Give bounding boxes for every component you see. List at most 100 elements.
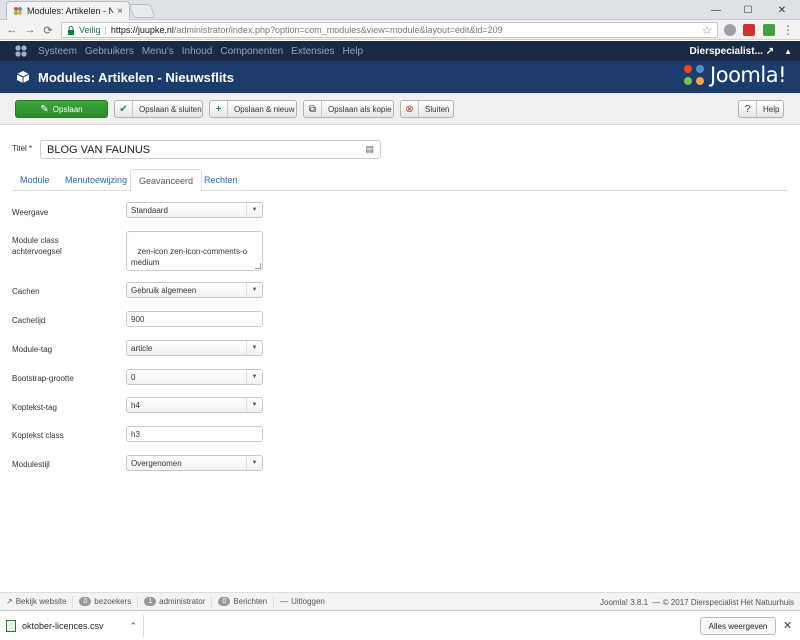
- koptekst-tag-value: h4: [131, 400, 140, 410]
- messages-indicator[interactable]: 0 Berichten: [212, 595, 275, 608]
- browser-tab[interactable]: Modules: Artikelen - Nie ×: [6, 1, 130, 20]
- help-button[interactable]: ? Help: [738, 100, 784, 118]
- menu-systeem[interactable]: Systeem: [38, 46, 77, 57]
- browser-tab-title: Modules: Artikelen - Nie: [27, 6, 114, 16]
- external-link-icon: ↗: [765, 45, 775, 57]
- title-input[interactable]: BLOG VAN FAUNUS ▤: [40, 140, 381, 159]
- save-new-button[interactable]: + Opslaan & nieuw: [209, 100, 297, 118]
- download-filename: oktober-licences.csv: [22, 621, 104, 631]
- menu-help[interactable]: Help: [343, 46, 364, 57]
- joomla-logo-icon[interactable]: [14, 44, 28, 58]
- tab-close-icon[interactable]: ×: [117, 6, 123, 17]
- admin-indicator[interactable]: 1 administrator: [138, 595, 213, 608]
- user-menu-icon[interactable]: ▲: [784, 47, 792, 56]
- save-new-label: Opslaan & nieuw: [234, 104, 295, 114]
- logout-label: Uitloggen: [291, 597, 325, 606]
- chevron-down-icon: ▼: [246, 398, 262, 412]
- tab-geavanceerd[interactable]: Geavanceerd: [130, 169, 203, 192]
- view-site-label: Bekijk website: [15, 597, 67, 606]
- koptekst-class-value: h3: [131, 429, 140, 439]
- action-toolbar: ✎ Opslaan ✔ Opslaan & sluiten + Opslaan …: [0, 93, 800, 125]
- module-tag-select[interactable]: article ▼: [126, 340, 263, 356]
- cachen-label: Cachen: [12, 287, 40, 296]
- koptekst-tag-select[interactable]: h4 ▼: [126, 397, 263, 413]
- show-all-downloads-button[interactable]: Alles weergeven: [700, 617, 776, 635]
- help-label: Help: [763, 104, 780, 114]
- chevron-down-icon: ▼: [246, 203, 262, 217]
- browser-menu-icon[interactable]: ⋮: [780, 22, 796, 38]
- page-header: Modules: Artikelen - Nieuwsflits Joomla!: [0, 61, 800, 93]
- cachetijd-label: Cachetijd: [12, 316, 46, 325]
- window-close-icon[interactable]: ✕: [770, 0, 794, 20]
- page-title: Modules: Artikelen - Nieuwsflits: [38, 69, 234, 85]
- admin-menu-right: Dierspecialist... ↗ ▲: [690, 41, 792, 61]
- copy-icon: ⧉: [304, 101, 322, 117]
- cachen-select[interactable]: Gebruik algemeen ▼: [126, 282, 263, 298]
- bookmark-star-icon[interactable]: ☆: [702, 24, 712, 37]
- cachen-value: Gebruik algemeen: [131, 285, 197, 295]
- cachetijd-value: 900: [131, 314, 145, 324]
- menu-inhoud[interactable]: Inhoud: [182, 46, 213, 57]
- browser-tabstrip: Modules: Artikelen - Nie × — ☐ ✕: [0, 0, 800, 20]
- title-label: Titel *: [12, 144, 33, 153]
- chevron-up-icon[interactable]: ⌃: [129, 621, 137, 632]
- visitors-label: bezoekers: [94, 597, 132, 606]
- version-info: Joomla! 3.8.1 — © 2017 Dierspecialist He…: [600, 593, 794, 611]
- menu-menus[interactable]: Menu's: [142, 46, 174, 57]
- module-class-textarea[interactable]: zen-icon zen-icon-comments-o medium: [126, 231, 263, 271]
- save-copy-button[interactable]: ⧉ Opslaan als kopie: [303, 100, 394, 118]
- address-bar[interactable]: Veilig | https://juupke.nl/administrator…: [61, 22, 718, 38]
- save-close-label: Opslaan & sluiten: [139, 104, 202, 114]
- joomla-favicon-icon: [14, 7, 22, 15]
- tab-menutoewijzing[interactable]: Menutoewijzing: [57, 169, 135, 191]
- joomla-brand-icon: [684, 65, 705, 85]
- close-circle-icon: ⊗: [401, 101, 419, 117]
- view-site-link[interactable]: ↗ Bekijk website: [0, 595, 74, 608]
- menu-componenten[interactable]: Componenten: [220, 46, 283, 57]
- edit-icon: ✎: [40, 103, 49, 115]
- chevron-down-icon: ▼: [246, 283, 262, 297]
- resize-grip-icon[interactable]: [255, 263, 261, 269]
- visitors-indicator[interactable]: 0 bezoekers: [73, 595, 139, 608]
- koptekst-class-input[interactable]: h3: [126, 426, 263, 442]
- menu-extensies[interactable]: Extensies: [291, 46, 334, 57]
- extension-badge-icon[interactable]: [743, 24, 755, 36]
- forward-icon[interactable]: →: [22, 22, 38, 38]
- cachetijd-input[interactable]: 900: [126, 311, 263, 327]
- copyright-label: — © 2017 Dierspecialist Het Natuurhuis: [652, 597, 794, 607]
- minimize-icon[interactable]: —: [704, 0, 728, 20]
- status-bar: ↗ Bekijk website 0 bezoekers 1 administr…: [0, 592, 800, 610]
- site-name: Dierspecialist...: [689, 45, 763, 57]
- modulestijl-label: Modulestijl: [12, 460, 50, 469]
- new-tab-button[interactable]: [128, 4, 156, 18]
- save-button[interactable]: ✎ Opslaan: [15, 100, 108, 118]
- close-button[interactable]: ⊗ Sluiten: [400, 100, 454, 118]
- external-link-icon: ↗: [6, 597, 13, 606]
- tab-bar: Module Menutoewijzing Geavanceerd Rechte…: [12, 169, 788, 192]
- secure-label: Veilig: [79, 25, 101, 35]
- save-close-button[interactable]: ✔ Opslaan & sluiten: [114, 100, 203, 118]
- admin-badge: 1: [144, 597, 157, 606]
- menu-gebruikers[interactable]: Gebruikers: [85, 46, 134, 57]
- chevron-down-icon: ▼: [246, 370, 262, 384]
- extension-green-icon[interactable]: [763, 24, 775, 36]
- back-icon[interactable]: ←: [4, 22, 20, 38]
- weergave-select[interactable]: Standaard ▼: [126, 202, 263, 218]
- save-copy-label: Opslaan als kopie: [328, 104, 392, 114]
- tab-rechten[interactable]: Rechten: [196, 169, 246, 191]
- tab-module[interactable]: Module: [12, 169, 58, 191]
- module-class-value: zen-icon zen-icon-comments-o medium: [131, 247, 250, 267]
- close-downloads-icon[interactable]: ✕: [783, 619, 792, 632]
- messages-badge: 0: [218, 597, 231, 606]
- modulestijl-select[interactable]: Overgenomen ▼: [126, 455, 263, 471]
- maximize-icon[interactable]: ☐: [736, 0, 760, 20]
- field-options-icon[interactable]: ▤: [365, 144, 374, 155]
- logout-link[interactable]: — Uitloggen: [274, 596, 331, 608]
- download-item[interactable]: oktober-licences.csv ⌃: [6, 615, 144, 637]
- reload-icon[interactable]: ⟳: [40, 22, 56, 38]
- bootstrap-select[interactable]: 0 ▼: [126, 369, 263, 385]
- site-link[interactable]: Dierspecialist... ↗: [690, 46, 775, 57]
- admin-menu: Systeem Gebruikers Menu's Inhoud Compone…: [0, 41, 800, 61]
- extension-icon[interactable]: [724, 24, 736, 36]
- modulestijl-value: Overgenomen: [131, 458, 182, 468]
